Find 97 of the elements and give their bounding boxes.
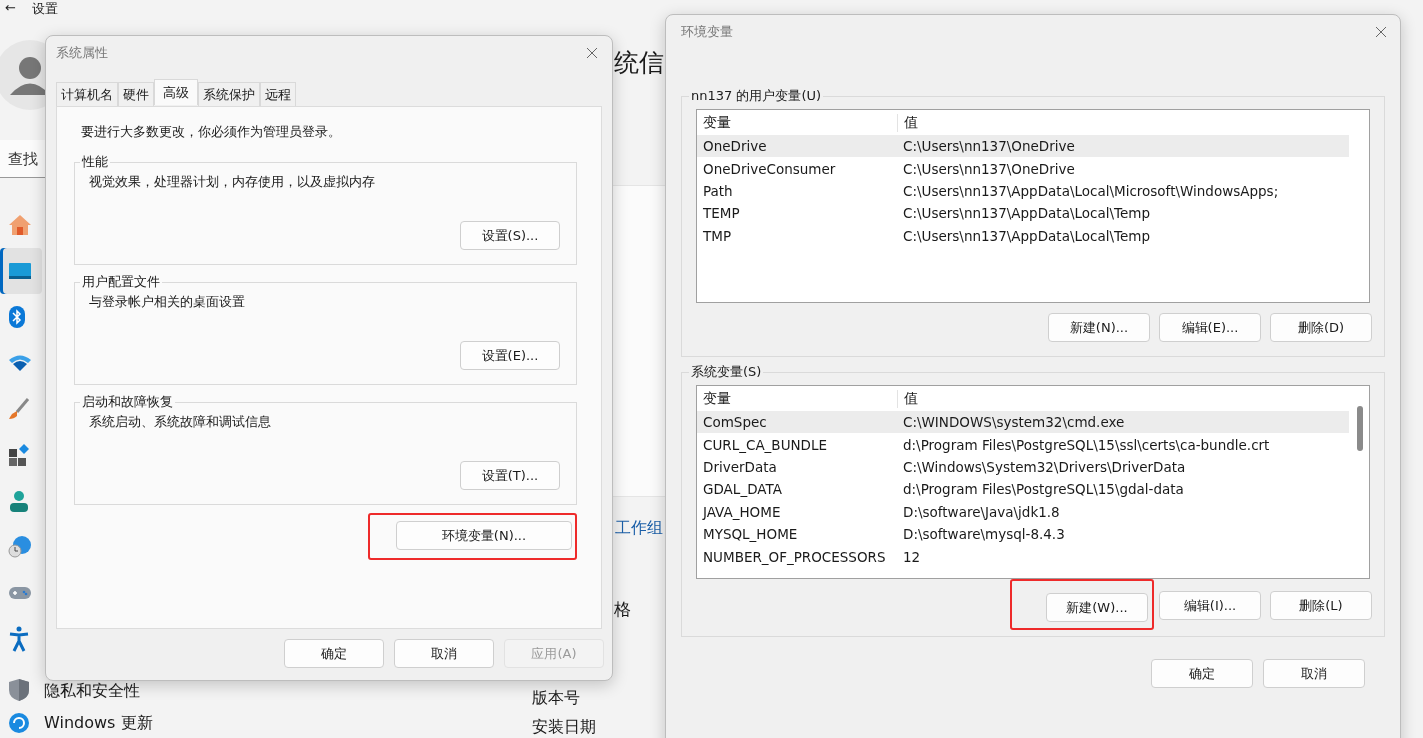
spec-label: 安装日期: [532, 717, 596, 738]
variable-name: NUMBER_OF_PROCESSORS: [702, 548, 887, 565]
variable-name: ComSpec: [702, 414, 768, 431]
tab[interactable]: 远程: [260, 82, 296, 106]
list-button[interactable]: 新建(N)...: [1048, 313, 1150, 342]
dialog-button[interactable]: 确定: [1151, 659, 1253, 688]
variable-value: C:\Windows\System32\Drivers\DriverData: [902, 458, 1186, 475]
dialog-button[interactable]: 取消: [394, 639, 494, 668]
variable-value: C:\Users\nn137\OneDrive: [902, 160, 1075, 177]
list-button[interactable]: 删除(L): [1270, 591, 1372, 620]
monitor-icon: [8, 262, 32, 280]
globe-clock-icon: [8, 535, 32, 559]
tab[interactable]: 计算机名: [56, 82, 118, 106]
sidebar-label: Windows 更新: [44, 713, 153, 734]
settings-button[interactable]: 设置(S)...: [460, 221, 560, 250]
variable-row[interactable]: CURL_CA_BUNDLE d:\Program Files\PostgreSQL\15\ssl\certs\ca-bundle.crt: [697, 433, 1349, 456]
dialog-title: 环境变量: [681, 23, 733, 41]
apps-icon: [8, 444, 30, 466]
variable-name: MYSQL_HOME: [702, 526, 799, 543]
environment-variables-button[interactable]: 环境变量(N)...: [396, 521, 572, 550]
column-header: 变量: [702, 389, 732, 408]
list-button[interactable]: 新建(W)...: [1046, 593, 1148, 622]
column-header: 值: [897, 389, 918, 408]
page-title: 统信: [614, 47, 664, 79]
variable-row[interactable]: NUMBER_OF_PROCESSORS 12: [697, 545, 1349, 568]
variable-value: d:\Program Files\PostgreSQL\15\gdal-data: [902, 481, 1184, 498]
group-description: 与登录帐户相关的桌面设置: [88, 293, 246, 311]
close-icon[interactable]: [1375, 26, 1387, 38]
variable-name: DriverData: [702, 458, 778, 475]
variable-name: CURL_CA_BUNDLE: [702, 436, 829, 453]
variable-row[interactable]: TEMP C:\Users\nn137\AppData\Local\Temp: [697, 202, 1349, 225]
group-title: 系统变量(S): [690, 363, 763, 381]
variable-name: OneDrive: [702, 138, 768, 155]
variable-value: D:\software\mysql-8.4.3: [902, 526, 1065, 543]
group-description: 系统启动、系统故障和调试信息: [88, 413, 272, 431]
variable-row[interactable]: ComSpec C:\WINDOWS\system32\cmd.exe: [697, 411, 1349, 434]
list-button[interactable]: 编辑(E)...: [1159, 313, 1261, 342]
group-title: 启动和故障恢复: [81, 393, 174, 411]
variable-row[interactable]: JAVA_HOME D:\software\Java\jdk1.8: [697, 500, 1349, 523]
bluetooth-icon: [8, 305, 26, 329]
variable-row[interactable]: MYSQL_HOME D:\software\mysql-8.4.3: [697, 522, 1349, 546]
variable-row[interactable]: GDAL_DATA d:\Program Files\PostgreSQL\15\gdal-data: [697, 478, 1349, 501]
spec-label: 版本号: [532, 688, 581, 709]
variable-row[interactable]: TMP C:\Users\nn137\AppData\Local\Temp: [697, 224, 1349, 247]
variable-value: C:\Users\nn137\AppData\Local\Microsoft\WindowsApps;: [902, 182, 1279, 199]
app-title: 设置: [31, 0, 58, 18]
tab[interactable]: 高级: [154, 79, 198, 105]
home-icon: [8, 214, 32, 236]
variable-name: GDAL_DATA: [702, 481, 783, 498]
group-title: 性能: [81, 153, 109, 171]
scrollbar-thumb[interactable]: [1357, 406, 1363, 451]
sidebar-item[interactable]: Windows 更新: [0, 708, 161, 736]
person-icon: [8, 490, 30, 512]
wifi-icon: [8, 354, 32, 372]
variable-value: C:\Users\nn137\AppData\Local\Temp: [902, 227, 1150, 244]
settings-button[interactable]: 设置(T)...: [460, 461, 560, 490]
list-button[interactable]: 删除(D): [1270, 313, 1372, 342]
gamepad-icon: [8, 585, 32, 601]
brush-icon: [8, 398, 30, 420]
dialog-title: 系统属性: [56, 44, 108, 62]
variable-name: OneDriveConsumer: [702, 160, 837, 177]
back-arrow[interactable]: ←: [5, 0, 16, 18]
variable-value: d:\Program Files\PostgreSQL\15\ssl\certs\ca-bundle.crt: [902, 436, 1270, 453]
dialog-button[interactable]: 取消: [1263, 659, 1365, 688]
variable-row[interactable]: OneDriveConsumer C:\Users\nn137\OneDrive: [697, 157, 1349, 180]
variable-value: C:\Users\nn137\OneDrive: [902, 138, 1075, 155]
variable-value: C:\Users\nn137\AppData\Local\Temp: [902, 205, 1150, 222]
section-heading: 格: [614, 598, 631, 621]
shield-icon: [8, 678, 30, 702]
refresh-icon: [8, 712, 30, 734]
variable-row[interactable]: Path C:\Users\nn137\AppData\Local\Microsoft\WindowsApps;: [697, 179, 1349, 203]
variable-name: JAVA_HOME: [701, 503, 782, 520]
tab[interactable]: 硬件: [118, 82, 154, 106]
variable-name: TEMP: [702, 205, 741, 222]
column-header: 变量: [702, 113, 732, 132]
tab[interactable]: 系统保护: [198, 82, 260, 106]
sidebar-item[interactable]: [0, 248, 42, 294]
variable-row[interactable]: DriverData C:\Windows\System32\Drivers\DriverData: [697, 455, 1349, 479]
variable-value: D:\software\Java\jdk1.8: [902, 503, 1060, 520]
variable-row[interactable]: OneDrive C:\Users\nn137\OneDrive: [697, 135, 1349, 158]
list-button[interactable]: 编辑(I)...: [1159, 591, 1261, 620]
sidebar-item[interactable]: 隐私和安全性: [0, 662, 161, 708]
accessibility-icon: [8, 626, 30, 652]
close-icon[interactable]: [586, 47, 598, 59]
group-title: nn137 的用户变量(U): [690, 87, 823, 105]
settings-button[interactable]: 设置(E)...: [460, 341, 560, 370]
workgroup-link[interactable]: 工作组: [615, 518, 663, 539]
variable-name: Path: [702, 182, 734, 199]
sidebar-label: 隐私和安全性: [44, 681, 140, 702]
group-description: 视觉效果，处理器计划，内存使用，以及虚拟内存: [88, 173, 376, 191]
column-header: 值: [897, 113, 918, 132]
variable-name: TMP: [702, 227, 733, 244]
admin-notice: 要进行大多数更改，你必须作为管理员登录。: [81, 123, 342, 141]
group-title: 用户配置文件: [81, 273, 161, 291]
variable-value: C:\WINDOWS\system32\cmd.exe: [902, 414, 1125, 431]
variable-value: 12: [902, 548, 921, 565]
dialog-button[interactable]: 确定: [284, 639, 384, 668]
